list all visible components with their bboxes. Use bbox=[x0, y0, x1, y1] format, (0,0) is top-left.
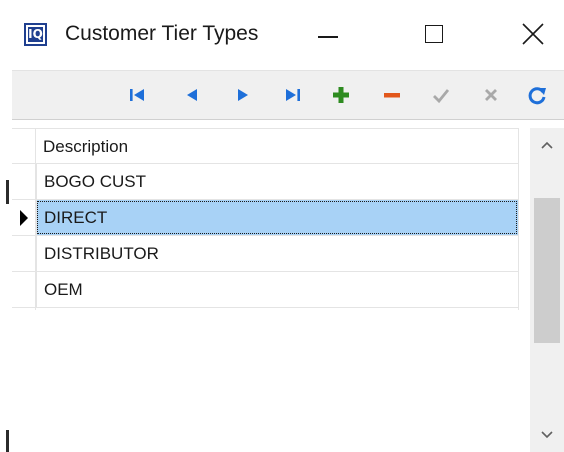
prior-record-button[interactable] bbox=[179, 82, 205, 108]
insert-record-button[interactable] bbox=[328, 82, 354, 108]
grid-border bbox=[518, 128, 519, 310]
cancel-edit-button[interactable] bbox=[478, 82, 504, 108]
scroll-down-button[interactable] bbox=[530, 418, 564, 452]
first-record-icon bbox=[130, 89, 144, 101]
description-cell[interactable]: OEM bbox=[36, 272, 518, 307]
description-cell[interactable]: DIRECT bbox=[36, 200, 518, 235]
customer-tier-types-window: IQ Customer Tier Types Description BOGO … bbox=[0, 0, 564, 452]
scroll-up-button[interactable] bbox=[530, 128, 564, 162]
x-icon bbox=[485, 89, 497, 101]
close-icon bbox=[522, 23, 544, 45]
plus-icon bbox=[333, 87, 349, 103]
current-row-indicator-icon bbox=[20, 210, 28, 226]
prior-record-icon bbox=[187, 89, 197, 101]
description-cell[interactable]: DISTRIBUTOR bbox=[36, 236, 518, 271]
chevron-down-icon bbox=[541, 431, 553, 439]
vertical-scrollbar[interactable] bbox=[530, 128, 564, 452]
minus-icon bbox=[384, 93, 400, 98]
window-title: Customer Tier Types bbox=[65, 22, 259, 45]
window-left-edge bbox=[0, 0, 12, 452]
cell-text: OEM bbox=[44, 280, 83, 299]
cell-text: DIRECT bbox=[44, 208, 108, 227]
table-row[interactable]: DISTRIBUTOR bbox=[12, 236, 518, 272]
refresh-button[interactable] bbox=[524, 82, 550, 108]
close-button[interactable] bbox=[504, 0, 564, 70]
post-edit-button[interactable] bbox=[428, 82, 454, 108]
app-icon: IQ bbox=[24, 23, 47, 46]
app-icon-label: IQ bbox=[28, 27, 43, 42]
description-cell[interactable]: BOGO CUST bbox=[36, 164, 518, 199]
table-row[interactable]: OEM bbox=[12, 272, 518, 308]
refresh-icon bbox=[528, 87, 546, 105]
tier-types-grid[interactable]: Description BOGO CUST DIRECT DISTRIBUTOR… bbox=[12, 128, 530, 452]
check-icon bbox=[433, 89, 450, 104]
cell-text: BOGO CUST bbox=[44, 172, 147, 191]
first-record-button[interactable] bbox=[124, 82, 150, 108]
navigator-toolbar bbox=[12, 70, 564, 120]
scroll-thumb[interactable] bbox=[534, 198, 560, 343]
next-record-icon bbox=[238, 89, 248, 101]
minimize-icon bbox=[318, 36, 338, 38]
edge-mark bbox=[6, 430, 9, 452]
delete-record-button[interactable] bbox=[379, 82, 405, 108]
minimize-button[interactable] bbox=[298, 0, 358, 70]
chevron-up-icon bbox=[541, 141, 553, 149]
next-record-button[interactable] bbox=[230, 82, 256, 108]
grid-header: Description bbox=[12, 128, 518, 164]
maximize-button[interactable] bbox=[404, 0, 464, 70]
last-record-button[interactable] bbox=[280, 82, 306, 108]
last-record-icon bbox=[286, 89, 300, 101]
column-header-description[interactable]: Description bbox=[43, 137, 128, 157]
edge-mark bbox=[6, 180, 9, 204]
table-row[interactable]: BOGO CUST bbox=[12, 164, 518, 200]
title-bar[interactable]: IQ Customer Tier Types bbox=[12, 0, 564, 70]
table-row-selected[interactable]: DIRECT bbox=[12, 200, 518, 236]
maximize-icon bbox=[425, 25, 443, 43]
cell-text: DISTRIBUTOR bbox=[44, 244, 159, 263]
